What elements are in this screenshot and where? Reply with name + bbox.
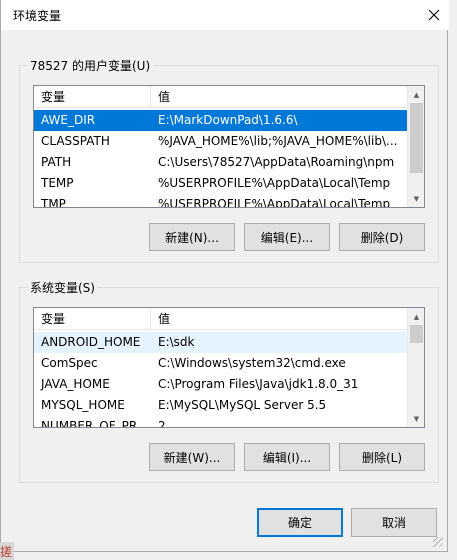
close-icon <box>428 9 440 21</box>
scroll-up-icon[interactable]: ▲ <box>408 308 424 325</box>
user-variables-label: 78527 的用户变量(U) <box>27 57 154 74</box>
table-row[interactable]: MYSQL_HOME E:\MySQL\MySQL Server 5.5 <box>34 395 408 416</box>
user-list-scrollbar[interactable]: ▲ ▼ <box>407 86 424 207</box>
scroll-down-icon[interactable]: ▼ <box>408 190 424 207</box>
system-edit-button[interactable]: 编辑(I)... <box>244 443 330 471</box>
title-bar[interactable]: 环境变量 <box>1 0 449 30</box>
scroll-thumb[interactable] <box>410 325 423 343</box>
table-row[interactable]: CLASSPATH %JAVA_HOME%\lib;%JAVA_HOME%\li… <box>34 131 408 152</box>
column-header-value[interactable]: 值 <box>151 308 411 330</box>
user-edit-button[interactable]: 编辑(E)... <box>244 223 330 251</box>
system-list-header: 变量 值 <box>34 308 424 330</box>
user-delete-button[interactable]: 删除(D) <box>339 223 425 251</box>
table-row[interactable]: ANDROID_HOME E:\sdk <box>34 332 408 353</box>
close-button[interactable] <box>419 0 449 30</box>
table-row[interactable]: NUMBER_OF_PR... 2 <box>34 416 408 427</box>
system-variables-list[interactable]: 变量 值 ANDROID_HOME E:\sdk ComSpec C:\Wind… <box>33 307 425 428</box>
table-row[interactable]: AWE_DIR E:\MarkDownPad\1.6.6\ <box>34 110 408 131</box>
system-list-scrollbar[interactable]: ▲ ▼ <box>407 308 424 427</box>
scroll-down-icon[interactable]: ▼ <box>408 410 424 427</box>
user-list-header: 变量 值 <box>34 86 424 108</box>
table-row[interactable]: ComSpec C:\Windows\system32\cmd.exe <box>34 353 408 374</box>
scroll-up-icon[interactable]: ▲ <box>408 86 424 103</box>
resize-grip-icon[interactable] <box>433 537 443 547</box>
ok-button[interactable]: 确定 <box>257 508 343 537</box>
environment-variables-dialog: 环境变量 78527 的用户变量(U) 变量 值 AWE_DIR E:\Mark… <box>0 0 449 552</box>
table-row[interactable]: JAVA_HOME C:\Program Files\Java\jdk1.8.0… <box>34 374 408 395</box>
background-text-fragment: 搓 <box>0 545 13 559</box>
column-header-variable[interactable]: 变量 <box>34 86 149 108</box>
scroll-thumb[interactable] <box>410 103 423 173</box>
column-header-variable[interactable]: 变量 <box>34 308 149 330</box>
system-delete-button[interactable]: 删除(L) <box>339 443 425 471</box>
user-variables-list[interactable]: 变量 值 AWE_DIR E:\MarkDownPad\1.6.6\ CLASS… <box>33 85 425 208</box>
column-header-value[interactable]: 值 <box>151 86 411 108</box>
table-row[interactable]: PATH C:\Users\78527\AppData\Roaming\npm <box>34 152 408 173</box>
dialog-title: 环境变量 <box>13 9 62 23</box>
table-row[interactable]: TEMP %USERPROFILE%\AppData\Local\Temp <box>34 173 408 194</box>
table-row[interactable]: TMP %USERPROFILE%\AppData\Local\Temp <box>34 194 408 207</box>
cancel-button[interactable]: 取消 <box>351 508 437 537</box>
system-variables-label: 系统变量(S) <box>27 279 98 296</box>
system-new-button[interactable]: 新建(W)... <box>149 443 235 471</box>
user-new-button[interactable]: 新建(N)... <box>149 223 235 251</box>
